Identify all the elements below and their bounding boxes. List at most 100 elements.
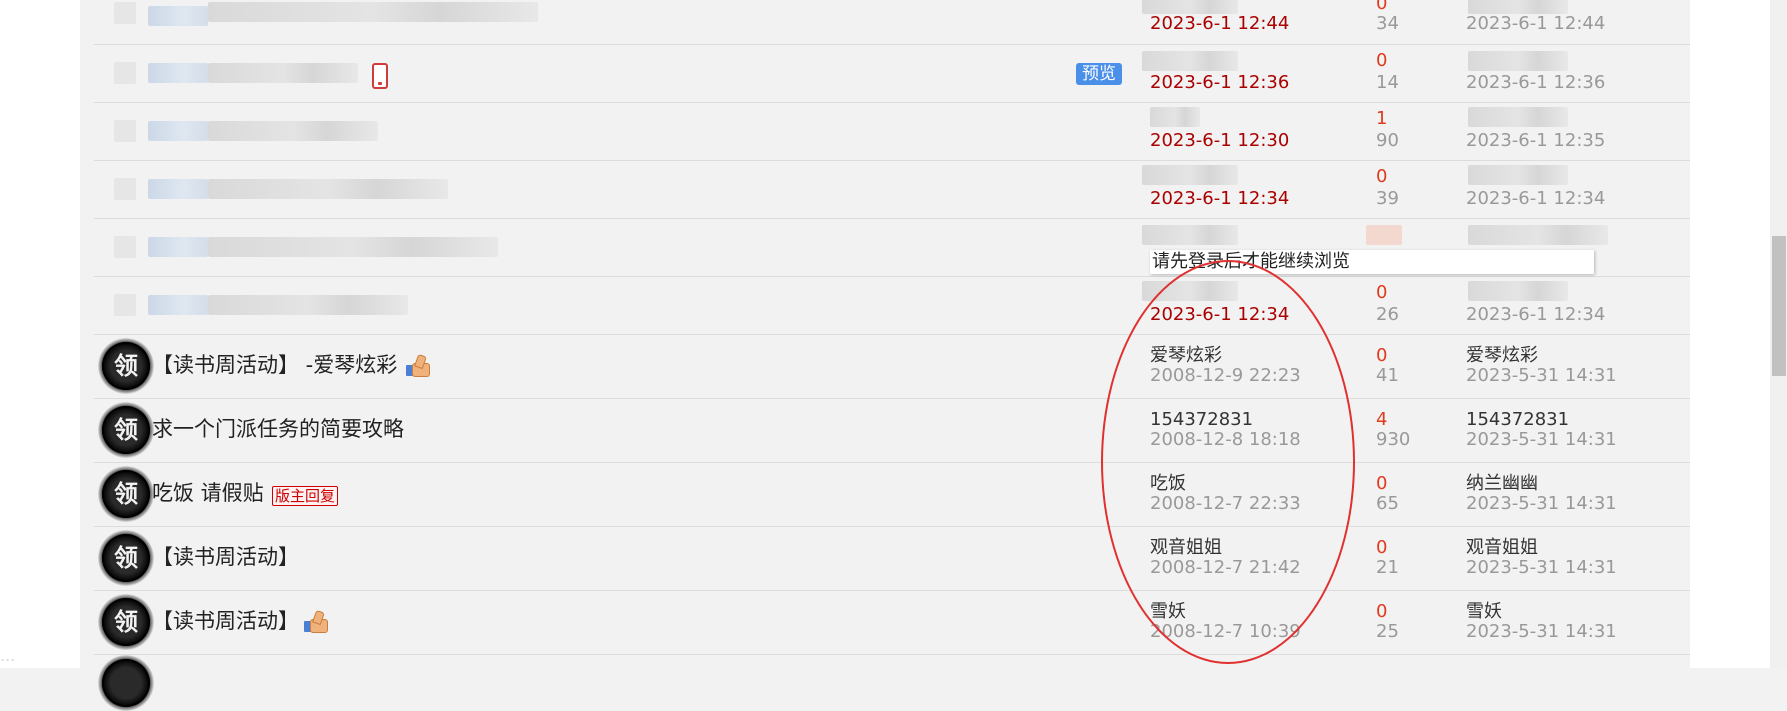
last-poster-name[interactable]: 雪妖 xyxy=(1466,602,1502,622)
last-post-time: 2023-5-31 14:31 xyxy=(1466,365,1617,386)
last-post-time: 2023-6-1 12:35 xyxy=(1466,130,1606,151)
avatar-icon: 领 xyxy=(98,594,154,650)
view-count: 21 xyxy=(1376,557,1399,578)
blurred-last-poster[interactable] xyxy=(1468,0,1568,14)
last-post-time: 2023-5-31 14:31 xyxy=(1466,429,1617,450)
doc-icon xyxy=(114,178,136,200)
table-row[interactable]: 领 吃饭 请假贴 版主回复 吃饭 2008-12-7 22:33 0 65 纳兰… xyxy=(94,463,1690,527)
view-count: 25 xyxy=(1376,621,1399,642)
last-poster-name[interactable]: 154372831 xyxy=(1466,410,1569,430)
author-time: 2023-6-1 12:44 xyxy=(1150,13,1290,34)
doc-icon xyxy=(114,236,136,258)
table-row[interactable]: 领 【读书周活动】 雪妖 2008-12-7 10:39 0 25 雪妖 202… xyxy=(94,591,1690,655)
last-post-time: 2023-6-1 12:34 xyxy=(1466,188,1606,209)
view-count: 26 xyxy=(1376,304,1399,325)
avatar-icon: 领 xyxy=(98,338,154,394)
thumbs-up-icon xyxy=(304,609,328,633)
last-poster-name[interactable]: 观音姐姐 xyxy=(1466,538,1538,558)
thread-title-link[interactable]: 【读书周活动】 xyxy=(152,545,299,569)
blurred-last-poster[interactable] xyxy=(1468,107,1568,127)
blurred-author[interactable] xyxy=(1142,225,1238,245)
table-row[interactable]: 2023-6-1 12:34 0 26 2023-6-1 12:34 xyxy=(94,277,1690,335)
reply-count: 0 xyxy=(1376,473,1388,494)
view-count: 39 xyxy=(1376,188,1399,209)
reply-count: 0 xyxy=(1376,50,1388,71)
table-row[interactable]: 领 【读书周活动】 -爱琴炫彩 爱琴炫彩 2008-12-9 22:23 0 4… xyxy=(94,335,1690,399)
last-post-time: 2023-5-31 14:31 xyxy=(1466,557,1617,578)
blurred-title[interactable] xyxy=(208,63,358,83)
blurred-title[interactable] xyxy=(148,121,208,141)
last-post-time: 2023-6-1 12:44 xyxy=(1466,13,1606,34)
blurred-title[interactable] xyxy=(148,295,208,315)
blurred-last-poster[interactable] xyxy=(1468,225,1608,245)
mobile-phone-icon xyxy=(372,63,388,89)
blurred-title[interactable] xyxy=(208,121,378,141)
last-poster-name[interactable]: 纳兰幽幽 xyxy=(1466,474,1538,494)
table-row[interactable]: 2023-6-1 12:30 1 90 2023-6-1 12:35 xyxy=(94,103,1690,161)
doc-icon xyxy=(114,62,136,84)
blurred-last-poster[interactable] xyxy=(1468,281,1568,301)
moderator-reply-badge: 版主回复 xyxy=(272,486,339,506)
thread-list: 2023-6-1 12:44 0 34 2023-6-1 12:44 预览 20… xyxy=(94,0,1690,711)
avatar-icon xyxy=(98,655,154,711)
avatar-icon: 领 xyxy=(98,466,154,522)
last-post-time: 2023-5-31 14:31 xyxy=(1466,493,1617,514)
thread-title-link[interactable]: 求一个门派任务的简要攻略 xyxy=(152,417,404,441)
left-gutter xyxy=(0,0,80,668)
table-row[interactable]: 2023-6-1 12:44 0 34 2023-6-1 12:44 xyxy=(94,0,1690,45)
table-row[interactable]: 2023-6-1 12:34 0 39 2023-6-1 12:34 xyxy=(94,161,1690,219)
blurred-author[interactable] xyxy=(1142,165,1238,185)
reply-count: 0 xyxy=(1376,537,1388,558)
blurred-title[interactable] xyxy=(148,63,208,83)
author-time: 2023-6-1 12:30 xyxy=(1150,130,1290,151)
doc-icon xyxy=(114,2,136,24)
red-annotation-ellipse xyxy=(1101,260,1355,664)
thumbs-up-icon xyxy=(406,353,430,377)
blurred-last-poster[interactable] xyxy=(1468,51,1568,71)
blurred-title[interactable] xyxy=(208,295,408,315)
view-count: 14 xyxy=(1376,72,1399,93)
view-count: 41 xyxy=(1376,365,1399,386)
view-count: 34 xyxy=(1376,13,1399,34)
table-row[interactable] xyxy=(94,655,1690,711)
doc-icon xyxy=(114,120,136,142)
reply-count: 0 xyxy=(1376,0,1388,14)
avatar-icon: 领 xyxy=(98,530,154,586)
blurred-title[interactable] xyxy=(148,179,208,199)
watermark-text: ... xyxy=(0,646,16,665)
last-poster-name[interactable]: 爱琴炫彩 xyxy=(1466,346,1538,366)
table-row[interactable]: 领 求一个门派任务的简要攻略 154372831 2008-12-8 18:18… xyxy=(94,399,1690,463)
blurred-author[interactable] xyxy=(1142,51,1238,71)
right-gutter xyxy=(1690,0,1770,668)
scrollbar-thumb[interactable] xyxy=(1772,236,1786,376)
view-count: 930 xyxy=(1376,429,1411,450)
blurred-author[interactable] xyxy=(1142,0,1238,14)
blurred-title[interactable] xyxy=(208,2,538,22)
avatar-icon: 领 xyxy=(98,402,154,458)
view-count: 90 xyxy=(1376,130,1399,151)
reply-count: 0 xyxy=(1376,601,1388,622)
reply-count: 1 xyxy=(1376,108,1388,129)
blurred-last-poster[interactable] xyxy=(1468,165,1568,185)
table-row[interactable]: 预览 2023-6-1 12:36 0 14 2023-6-1 12:36 xyxy=(94,45,1690,103)
thread-title-link[interactable]: 【读书周活动】 -爱琴炫彩 xyxy=(152,353,397,377)
last-post-time: 2023-5-31 14:31 xyxy=(1466,621,1617,642)
view-count: 65 xyxy=(1376,493,1399,514)
blurred-author[interactable] xyxy=(1150,107,1200,127)
reply-count: 0 xyxy=(1376,282,1388,303)
last-post-time: 2023-6-1 12:36 xyxy=(1466,72,1606,93)
blurred-title[interactable] xyxy=(208,179,448,199)
author-time: 2023-6-1 12:36 xyxy=(1150,72,1290,93)
table-row[interactable]: 领 【读书周活动】 观音姐姐 2008-12-7 21:42 0 21 观音姐姐… xyxy=(94,527,1690,591)
blurred-reply-count xyxy=(1366,225,1402,245)
blurred-title[interactable] xyxy=(148,237,208,257)
preview-button[interactable]: 预览 xyxy=(1076,63,1122,85)
thread-title-link[interactable]: 吃饭 请假贴 xyxy=(152,481,264,505)
blurred-title[interactable] xyxy=(208,237,498,257)
doc-icon xyxy=(114,294,136,316)
last-post-time: 2023-6-1 12:34 xyxy=(1466,304,1606,325)
author-time: 2023-6-1 12:34 xyxy=(1150,188,1290,209)
blurred-title[interactable] xyxy=(148,6,208,26)
reply-count: 0 xyxy=(1376,345,1388,366)
thread-title-link[interactable]: 【读书周活动】 xyxy=(152,609,299,633)
